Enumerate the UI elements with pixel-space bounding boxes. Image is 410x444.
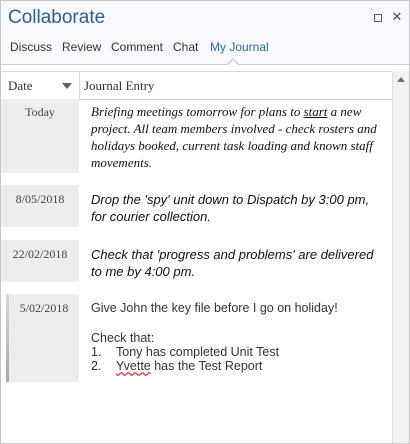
journal-row[interactable]: 22/02/2018 Check that 'progress and prob…	[1, 240, 392, 282]
journal-entry-text[interactable]: Drop the 'spy' unit down to Dispatch by …	[91, 191, 386, 225]
title-bar: Collaborate ✕	[1, 1, 409, 35]
window-title: Collaborate	[8, 7, 106, 28]
journal-entry-column-header[interactable]: Journal Entry	[84, 78, 154, 94]
list-number: 2.	[91, 359, 102, 373]
tab-comment[interactable]: Comment	[111, 40, 163, 54]
collaborate-window: Collaborate ✕ Discuss Review Comment Cha…	[0, 0, 410, 444]
scroll-up-icon[interactable]	[397, 77, 405, 82]
journal-entry-text[interactable]: Check that 'progress and problems' are d…	[91, 246, 386, 280]
journal-date: 8/05/2018	[1, 185, 79, 227]
spellcheck-word: Yvette	[116, 359, 151, 373]
active-tab-pointer-fill	[227, 60, 239, 66]
close-icon[interactable]: ✕	[390, 11, 404, 25]
tab-bar: Discuss Review Comment Chat My Journal	[1, 35, 409, 66]
journal-date: 22/02/2018	[1, 240, 79, 282]
journal-header: Date Journal Entry	[1, 71, 392, 100]
list-text: has the Test Report	[150, 359, 263, 373]
date-column-header[interactable]: Date	[8, 78, 33, 94]
journal-row[interactable]: 8/05/2018 Drop the 'spy' unit down to Di…	[1, 185, 392, 227]
journal-entry-text[interactable]: Briefing meetings tomorrow for plans to …	[91, 103, 386, 171]
entry-text-segment: Briefing meetings tomorrow for plans to	[91, 104, 304, 119]
journal-entry-text[interactable]: Give John the key file before I go on ho…	[91, 301, 386, 373]
journal-row[interactable]: 5/02/2018 Give John the key file before …	[1, 294, 392, 382]
column-divider[interactable]	[79, 72, 80, 99]
sort-down-icon[interactable]	[62, 83, 72, 89]
list-number: 1.	[91, 345, 102, 359]
tab-discuss[interactable]: Discuss	[10, 40, 52, 54]
list-item: 2. Yvette has the Test Report	[91, 359, 386, 373]
list-item: 1. Tony has completed Unit Test	[91, 345, 386, 359]
journal-row[interactable]: Today Briefing meetings tomorrow for pla…	[1, 99, 392, 173]
restore-button[interactable]	[371, 11, 385, 25]
vertical-scrollbar[interactable]	[392, 71, 409, 443]
journal-date: Today	[1, 99, 79, 173]
entry-text-underlined: start	[303, 104, 328, 119]
tab-my-journal[interactable]: My Journal	[210, 40, 269, 54]
entry-line: Check that:	[91, 331, 155, 345]
list-text: Tony has completed Unit Test	[116, 345, 280, 359]
tab-chat[interactable]: Chat	[173, 40, 198, 54]
tab-review[interactable]: Review	[62, 40, 101, 54]
tab-divider	[1, 64, 409, 65]
restore-icon	[374, 14, 382, 22]
journal-date: 5/02/2018	[9, 294, 79, 382]
entry-line: Give John the key file before I go on ho…	[91, 301, 338, 315]
